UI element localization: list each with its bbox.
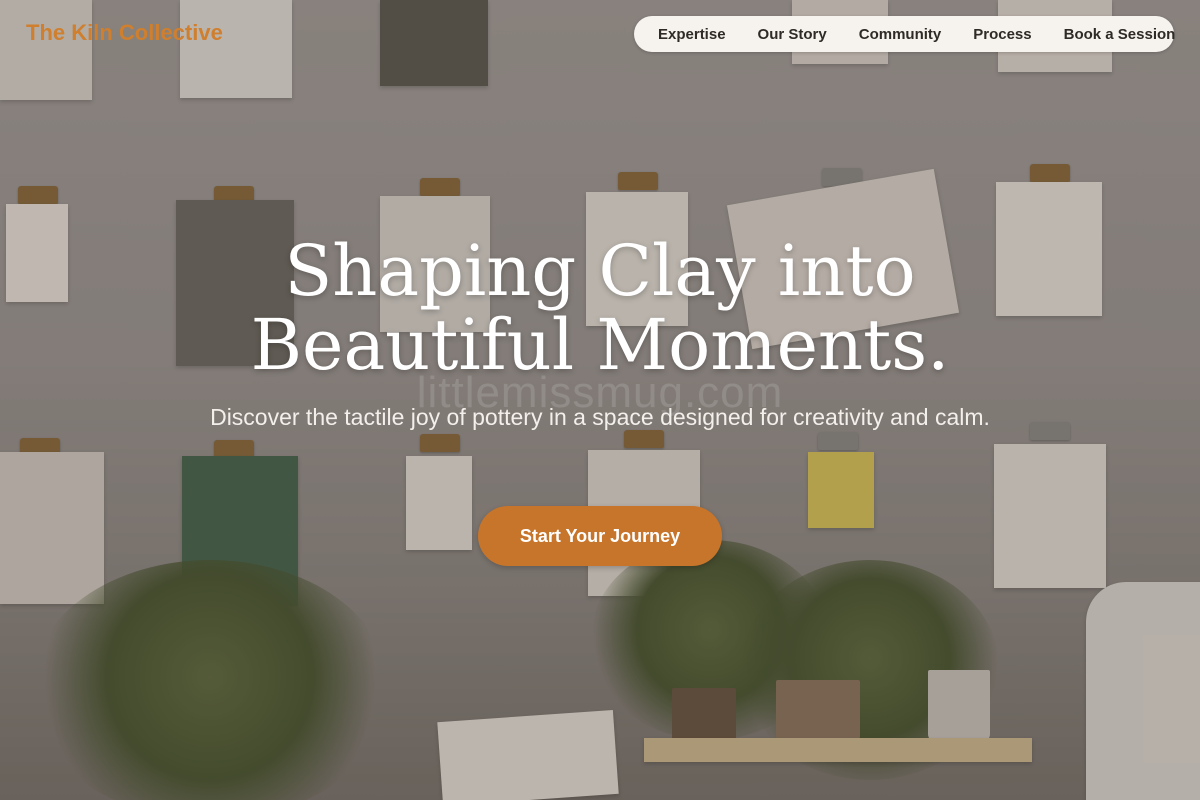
hero-headline-line-2: Beautiful Moments. bbox=[250, 304, 950, 386]
nav-link-expertise[interactable]: Expertise bbox=[658, 26, 726, 43]
nav-link-community[interactable]: Community bbox=[859, 26, 942, 43]
hero-subtitle: Discover the tactile joy of pottery in a… bbox=[210, 404, 990, 430]
nav-link-our-story[interactable]: Our Story bbox=[758, 26, 827, 43]
nav-link-book-session[interactable]: Book a Session bbox=[1064, 26, 1176, 43]
hero-headline: Shaping Clay into Beautiful Moments. bbox=[0, 234, 1200, 382]
hero-headline-line-1: Shaping Clay into bbox=[284, 230, 916, 312]
brand-logo[interactable]: The Kiln Collective bbox=[26, 20, 223, 46]
nav-link-process[interactable]: Process bbox=[973, 26, 1031, 43]
main-navigation: Expertise Our Story Community Process Bo… bbox=[634, 16, 1176, 52]
start-journey-button[interactable]: Start Your Journey bbox=[478, 506, 722, 566]
